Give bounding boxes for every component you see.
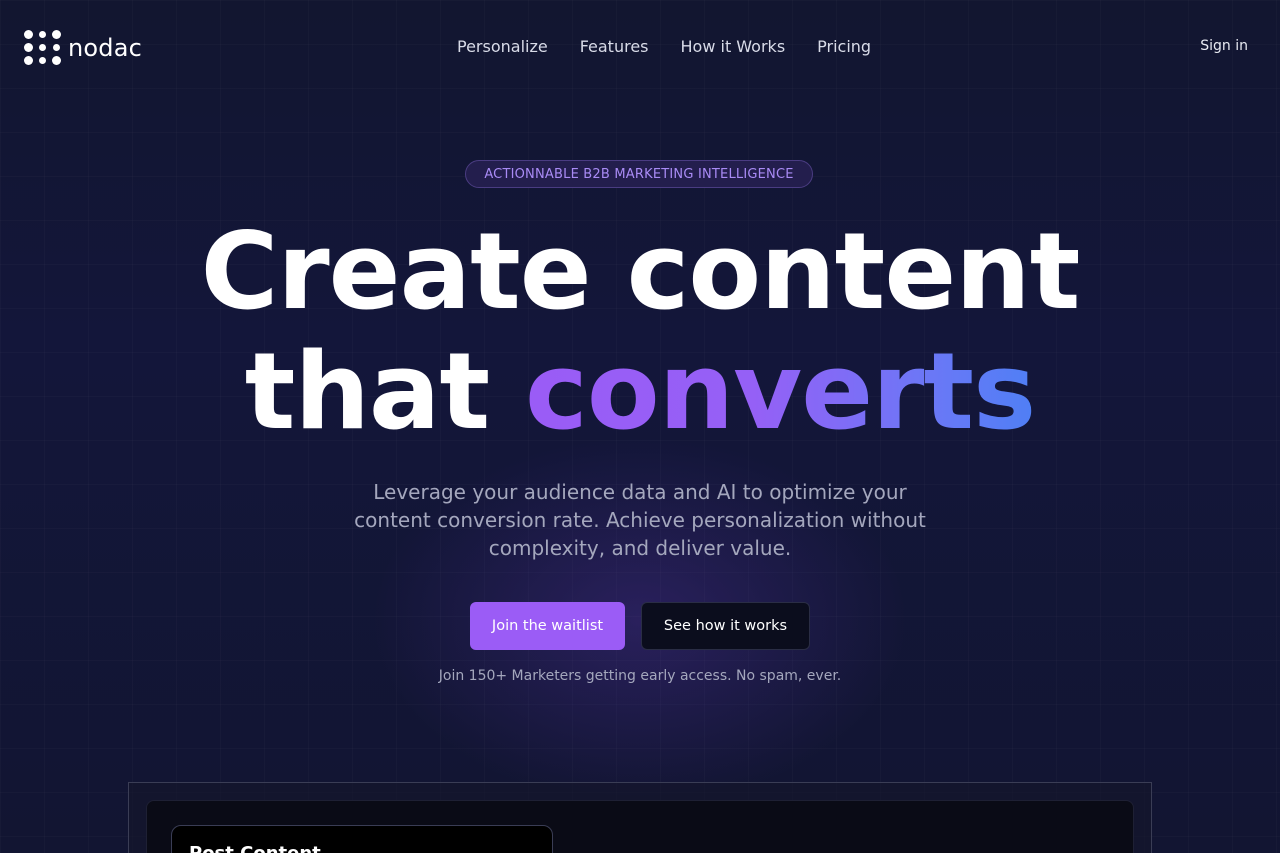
hero-title-plain: that [244,330,490,453]
nav-item-personalize[interactable]: Personalize [441,36,564,58]
hero-title-highlight: converts [525,330,1036,453]
cta-row: Join the waitlist See how it works [470,602,810,650]
sign-in-link[interactable]: Sign in [1200,38,1248,54]
site-header: nodac Personalize Features How it Works … [0,0,1280,95]
post-content-card: Post Content [171,825,553,853]
nav-item-how-it-works[interactable]: How it Works [665,36,802,58]
hero-badge: ACTIONNABLE B2B MARKETING INTELLIGENCE [465,160,813,188]
product-preview: Post Content [128,782,1152,853]
hero-title-line-1: Create content [200,210,1081,333]
preview-window: Post Content [146,800,1134,853]
main-nav: Personalize Features How it Works Pricin… [441,36,887,58]
dot-grid-logo-icon [24,30,61,66]
see-how-it-works-button[interactable]: See how it works [641,602,810,650]
join-waitlist-button[interactable]: Join the waitlist [470,602,625,650]
brand-name: nodac [68,34,143,62]
early-access-note: Join 150+ Marketers getting early access… [438,668,842,684]
post-content-title: Post Content [189,842,321,853]
nav-item-features[interactable]: Features [564,36,665,58]
brand-logo[interactable]: nodac [24,30,142,66]
nav-item-pricing[interactable]: Pricing [801,36,887,58]
hero-title: Create content that converts [0,212,1280,452]
hero-title-line-2: that converts [0,332,1280,452]
hero-subtitle: Leverage your audience data and AI to op… [354,480,926,560]
